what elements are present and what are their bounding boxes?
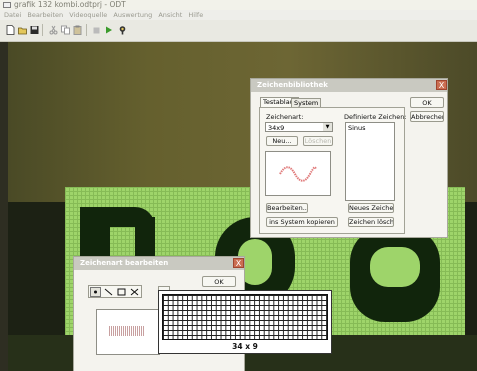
pattern-preview <box>109 326 145 336</box>
library-dialog-title: Zeichenbibliothek <box>251 79 447 92</box>
toolbar <box>0 20 477 42</box>
library-ok-button[interactable]: OK <box>410 97 444 108</box>
new-file-icon[interactable] <box>6 25 15 35</box>
library-dialog: Zeichenbibliothek X Testablauf System Ze… <box>250 78 448 238</box>
menu-ansicht[interactable]: Ansicht <box>158 10 182 20</box>
toolbar-separator <box>86 24 87 36</box>
charset-select-value: 34x9 <box>268 124 285 132</box>
edit-close-button[interactable]: X <box>233 258 244 268</box>
app-icon <box>3 2 11 8</box>
edit-charset-button[interactable]: Bearbeiten... <box>266 203 308 213</box>
charset-select[interactable]: 34x9 ▼ <box>265 122 333 132</box>
menu-bar: Datei Bearbeiten Videoquelle Auswertung … <box>0 10 477 20</box>
new-char-button[interactable]: Neues Zeichen <box>348 203 394 213</box>
edit-dialog-title: Zeichenart bearbeiten <box>74 257 244 270</box>
charset-preview <box>265 151 331 196</box>
open-folder-icon[interactable] <box>18 25 27 35</box>
line-tool-icon[interactable] <box>103 287 114 297</box>
delete-charset-button[interactable]: Löschen <box>303 136 333 146</box>
pixel-grid-editor: 34 x 9 <box>158 290 332 354</box>
window-title: grafik 132 kombi.odtprj - ODT <box>14 0 126 9</box>
move-tool-icon[interactable] <box>129 287 140 297</box>
chevron-down-icon[interactable]: ▼ <box>323 123 332 131</box>
paste-icon[interactable] <box>73 25 82 35</box>
charset-label: Zeichenart: <box>266 113 304 121</box>
copy-to-system-button[interactable]: ins System kopieren <box>266 217 338 227</box>
rect-tool-icon[interactable] <box>116 287 127 297</box>
toolbar-separator <box>42 24 43 36</box>
library-close-button[interactable]: X <box>436 80 447 90</box>
copy-icon[interactable] <box>61 25 70 35</box>
list-item[interactable]: Sinus <box>348 124 366 132</box>
menu-videoquelle[interactable]: Videoquelle <box>69 10 107 20</box>
window-title-bar: grafik 132 kombi.odtprj - ODT <box>0 0 477 10</box>
pixel-grid[interactable] <box>162 294 328 340</box>
edit-ok-button[interactable]: OK <box>202 276 236 287</box>
play-icon[interactable] <box>104 25 113 35</box>
menu-auswertung[interactable]: Auswertung <box>113 10 152 20</box>
menu-bearbeiten[interactable]: Bearbeiten <box>27 10 63 20</box>
canvas-left-edge <box>0 42 8 371</box>
defined-chars-label: Definierte Zeichen: <box>344 113 407 121</box>
tool-palette <box>88 285 142 298</box>
help-icon[interactable] <box>118 25 127 35</box>
new-charset-button[interactable]: Neu... <box>266 136 298 146</box>
menu-datei[interactable]: Datei <box>4 10 21 20</box>
defined-chars-list[interactable]: Sinus <box>345 122 395 201</box>
menu-hilfe[interactable]: Hilfe <box>188 10 203 20</box>
point-tool-icon[interactable] <box>90 287 101 297</box>
save-icon[interactable] <box>30 25 39 35</box>
stop-icon[interactable] <box>92 25 101 35</box>
delete-char-button[interactable]: Zeichen löschen <box>348 217 394 227</box>
sine-preview-icon <box>279 166 317 182</box>
cut-icon[interactable] <box>49 25 58 35</box>
charset-preview-small <box>96 309 160 355</box>
library-cancel-button[interactable]: Abbrechen <box>410 111 444 122</box>
grid-size-label: 34 x 9 <box>232 342 258 351</box>
